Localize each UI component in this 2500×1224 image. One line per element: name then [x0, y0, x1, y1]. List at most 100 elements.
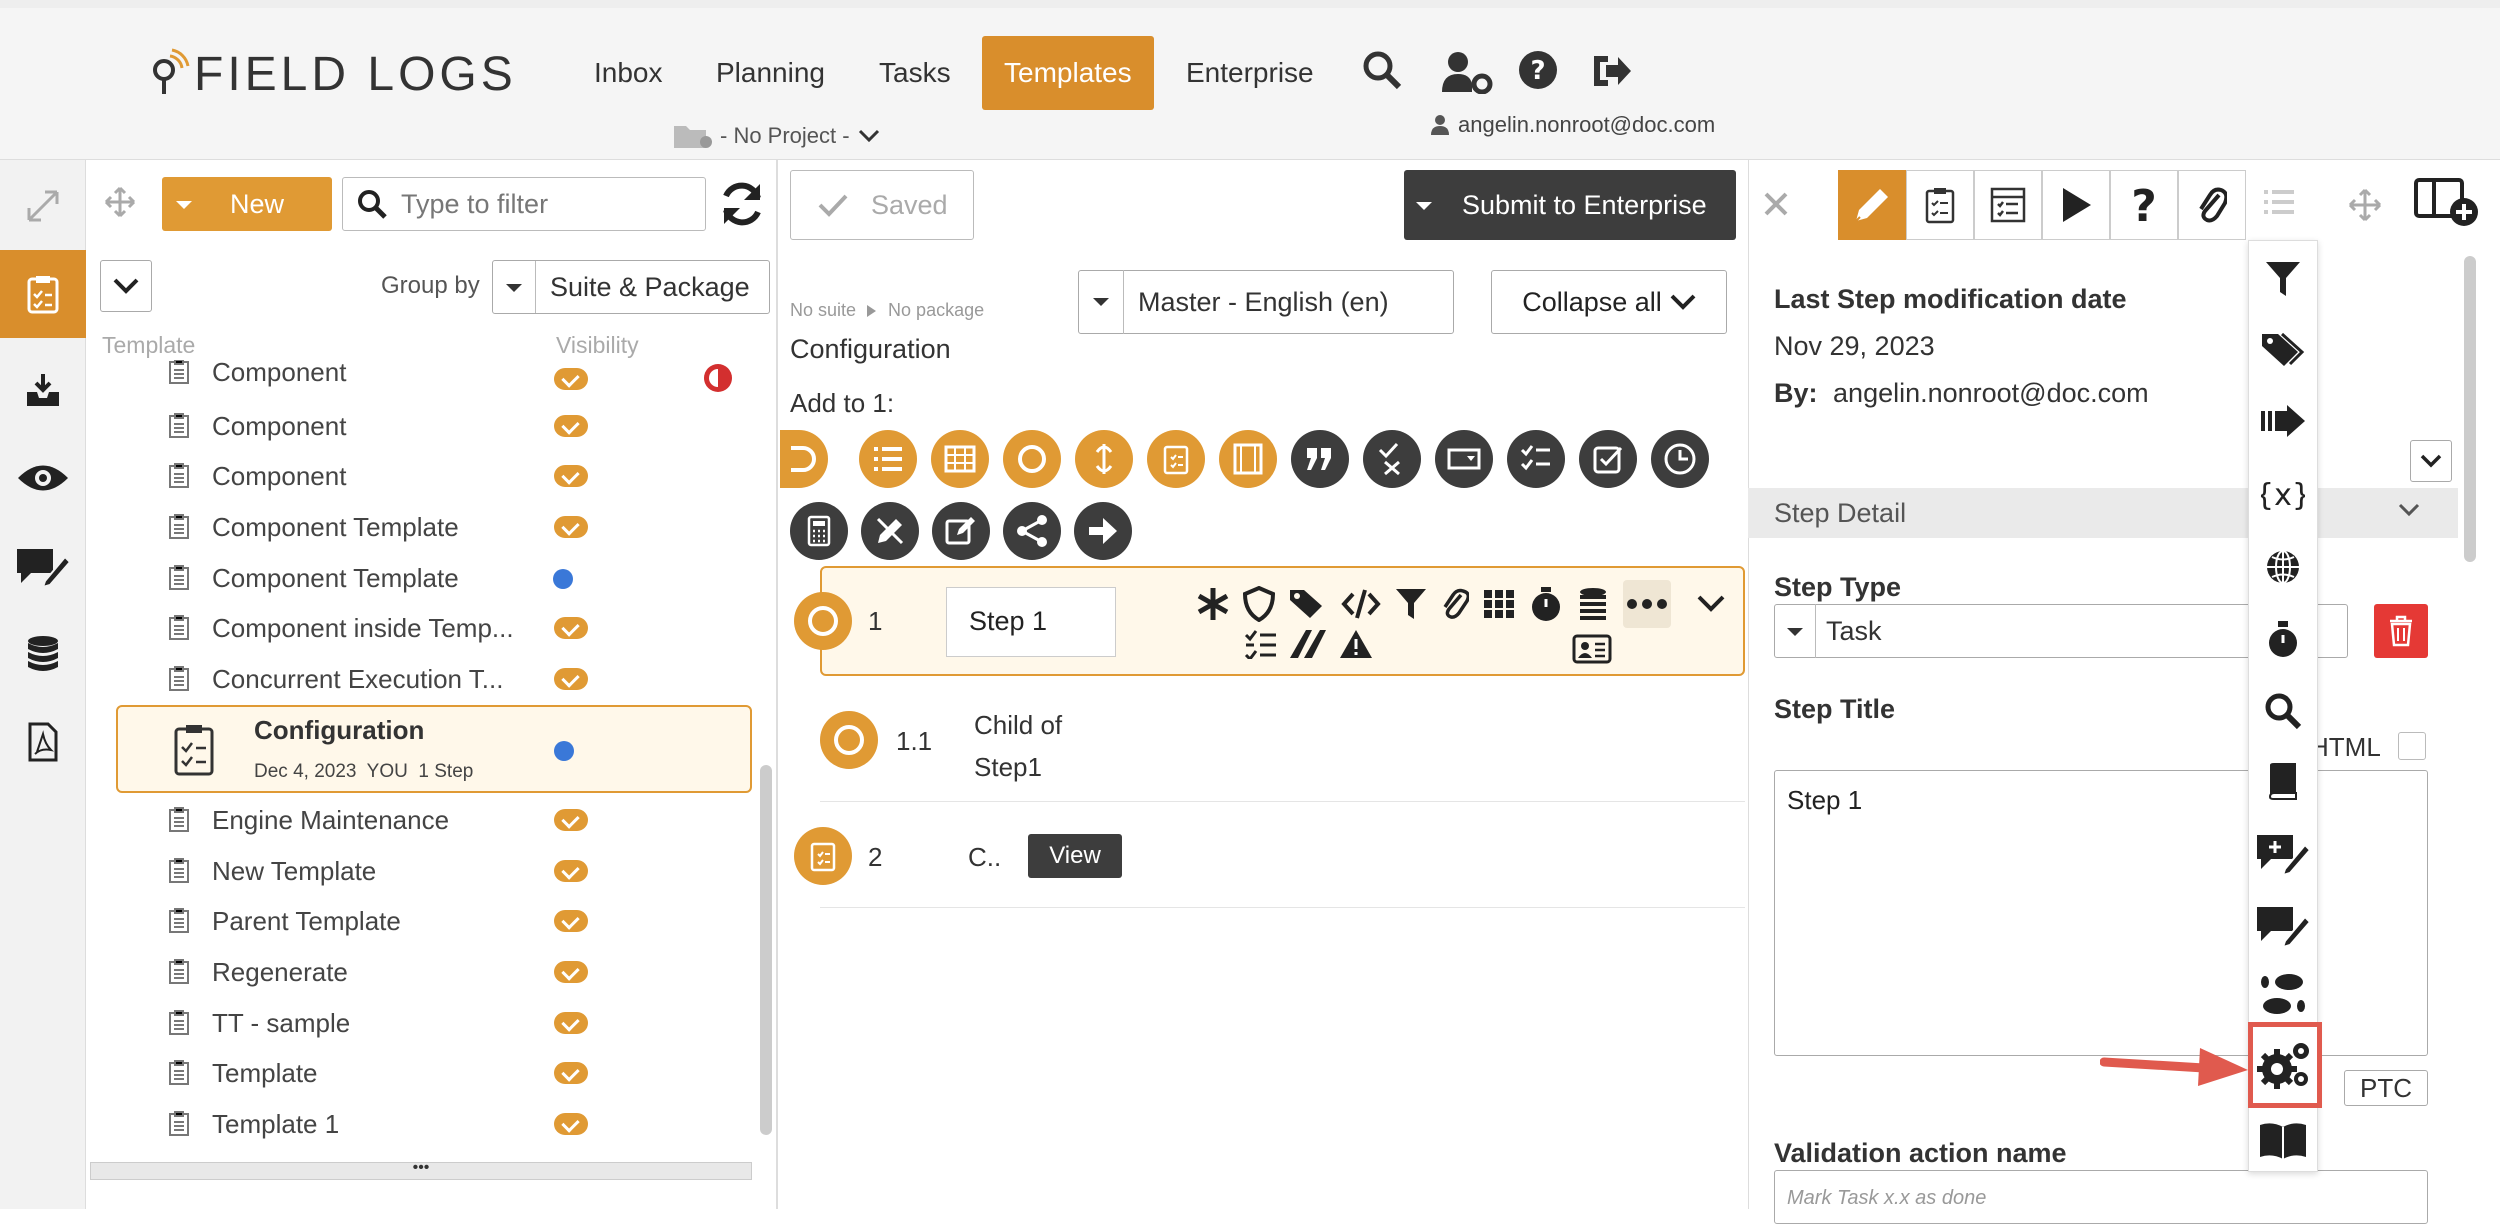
user-settings-icon[interactable] [1440, 50, 1494, 94]
close-icon[interactable] [1762, 190, 1790, 223]
open-book-icon[interactable] [2248, 1106, 2318, 1176]
code-icon[interactable] [1341, 588, 1381, 620]
gears-icon[interactable] [2248, 1022, 2322, 1108]
add-panel-icon[interactable] [2414, 178, 2480, 233]
language-select[interactable]: Master - English (en) [1078, 270, 1454, 334]
comment-add-icon[interactable] [2248, 818, 2318, 888]
comment-edit-icon[interactable] [2248, 890, 2318, 960]
list-item[interactable]: Component inside Temp... [168, 604, 514, 652]
coins-icon[interactable] [1576, 587, 1610, 621]
step-type-link[interactable] [1075, 430, 1133, 488]
expand-icon[interactable] [0, 162, 86, 250]
project-selector[interactable]: - No Project - [672, 118, 880, 154]
search-icon[interactable] [2248, 676, 2318, 746]
step-title-textarea[interactable]: Step 1 [1774, 770, 2428, 1056]
step-type-next[interactable] [1074, 502, 1132, 560]
submit-enterprise-button[interactable]: Submit to Enterprise [1404, 170, 1736, 240]
help-icon[interactable]: ? [1518, 50, 1558, 90]
list-item[interactable]: New Template [168, 847, 376, 895]
list-item[interactable]: Component Template [168, 554, 459, 602]
nav-inbox[interactable]: Inbox [572, 36, 685, 110]
list-item[interactable]: Component Template [168, 503, 459, 551]
list-item[interactable]: Parent Template [168, 897, 401, 945]
filter-icon[interactable] [2248, 244, 2318, 314]
shield-icon[interactable] [1243, 586, 1275, 622]
rail-database[interactable] [0, 610, 86, 698]
variable-icon[interactable]: {x} [2248, 460, 2318, 530]
group-by-select[interactable]: Suite & Package [492, 260, 770, 314]
saved-button[interactable]: Saved [790, 170, 974, 240]
refresh-icon[interactable] [718, 180, 766, 233]
collapse-toggle[interactable] [100, 260, 152, 312]
collapse-all-button[interactable]: Collapse all [1491, 270, 1727, 334]
list-lines-icon[interactable] [2262, 188, 2296, 223]
step-1-1-type-icon[interactable] [820, 711, 878, 769]
view-button[interactable]: View [1028, 834, 1122, 878]
filter-input[interactable]: Type to filter [342, 177, 706, 231]
detail-scrollbar[interactable] [2464, 256, 2476, 562]
step-type-list[interactable] [859, 430, 917, 488]
rail-pdf[interactable] [0, 698, 86, 786]
id-card-icon[interactable] [1572, 634, 1612, 669]
tab-attachments[interactable] [2178, 170, 2246, 240]
search-icon[interactable] [1362, 50, 1402, 90]
step-1-type-icon[interactable] [794, 592, 852, 650]
nav-templates[interactable]: Templates [982, 36, 1154, 110]
step-2-type-icon[interactable] [794, 827, 852, 885]
step-type-check-cross[interactable] [1363, 430, 1421, 488]
nav-enterprise[interactable]: Enterprise [1164, 36, 1336, 110]
grid-icon[interactable] [1482, 588, 1516, 620]
step-type-edit[interactable] [932, 502, 990, 560]
book-icon[interactable] [2248, 746, 2318, 816]
step-type-quote[interactable] [1291, 430, 1349, 488]
list-scrollbar[interactable] [760, 765, 772, 1135]
step-1-title-input[interactable]: Step 1 [946, 587, 1116, 657]
more-icon[interactable] [1623, 580, 1671, 628]
stopwatch-icon[interactable] [1529, 585, 1563, 623]
step-row-2[interactable] [820, 804, 1745, 908]
nav-planning[interactable]: Planning [694, 36, 847, 110]
tab-checklist[interactable] [1906, 170, 1974, 240]
details-toggle[interactable] [2410, 440, 2452, 482]
chevron-down-icon[interactable] [2398, 502, 2420, 523]
step-type-signature[interactable] [861, 502, 919, 560]
globe-icon[interactable] [2248, 532, 2318, 602]
chevron-down-icon[interactable] [1696, 593, 1726, 615]
forward-arrow-icon[interactable] [2248, 386, 2318, 456]
list-item[interactable]: Template [168, 1049, 318, 1097]
tab-document[interactable] [1974, 170, 2042, 240]
list-item[interactable]: Component [168, 452, 346, 500]
list-item[interactable]: Regenerate [168, 948, 348, 996]
list-item[interactable]: Component [168, 402, 346, 450]
step-type-share[interactable] [1003, 502, 1061, 560]
move-handle-icon[interactable] [104, 186, 136, 223]
step-type-calculator[interactable] [790, 502, 848, 560]
filter-icon[interactable] [1394, 587, 1428, 621]
list-item[interactable]: Engine Maintenance [168, 796, 449, 844]
list-item[interactable]: TT - sample [168, 999, 350, 1047]
paperclip-icon[interactable] [1441, 587, 1469, 621]
new-button[interactable]: New [162, 177, 332, 231]
rail-views[interactable] [0, 434, 86, 522]
nav-tasks[interactable]: Tasks [857, 36, 973, 110]
road-sign-icon[interactable] [1288, 628, 1328, 660]
step-type-task[interactable] [1003, 430, 1061, 488]
stopwatch-icon[interactable] [2248, 604, 2318, 674]
logout-icon[interactable] [1590, 52, 1632, 90]
rail-inbox[interactable] [0, 346, 86, 434]
asterisk-icon[interactable] [1196, 586, 1230, 622]
step-type-clipboard[interactable] [1147, 430, 1205, 488]
step-type-table[interactable] [931, 430, 989, 488]
validation-action-input[interactable]: Mark Task x.x as done [1774, 1170, 2428, 1224]
ptc-button[interactable]: PTC [2344, 1070, 2428, 1106]
html-checkbox[interactable] [2398, 732, 2426, 760]
step-type-dropdown[interactable] [1435, 430, 1493, 488]
step-row-1-1[interactable] [820, 690, 1745, 802]
rail-comments[interactable] [0, 522, 86, 610]
step-type-media[interactable] [1219, 430, 1277, 488]
list-item[interactable]: Template 1 [168, 1100, 339, 1148]
selected-template[interactable]: Configuration Dec 4, 2023 YOU 1 Step [116, 705, 752, 793]
step-type-checklist[interactable] [1507, 430, 1565, 488]
rail-templates[interactable] [0, 250, 86, 338]
step-type-timer[interactable] [1651, 430, 1709, 488]
